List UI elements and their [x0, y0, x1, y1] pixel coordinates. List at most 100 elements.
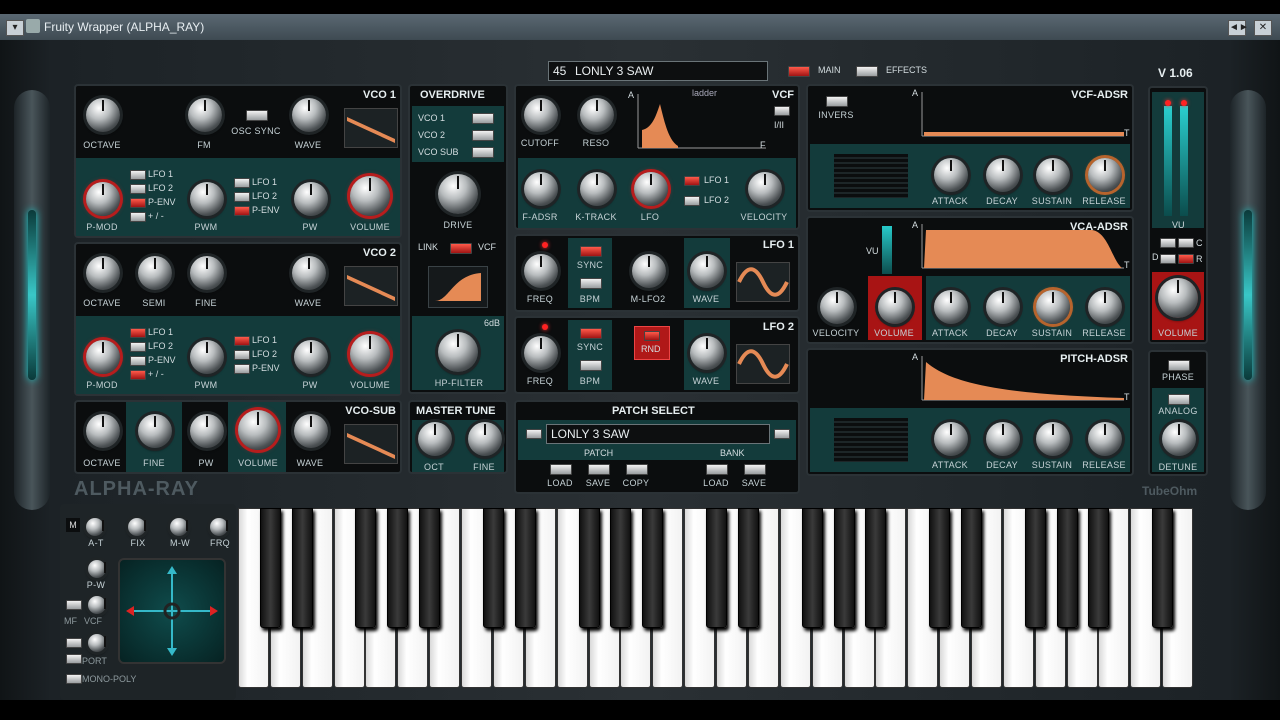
vcaadsr-release-knob[interactable] — [1088, 290, 1122, 324]
vco2-semi-knob[interactable] — [138, 256, 172, 290]
lfo2-bpm-switch[interactable] — [580, 360, 602, 371]
black-key[interactable] — [801, 508, 823, 628]
lfo1-freq-knob[interactable] — [524, 254, 558, 288]
black-key[interactable] — [961, 508, 982, 628]
lfo1-mlfo2-knob[interactable] — [632, 254, 666, 288]
lfo1-sync-switch[interactable] — [580, 246, 602, 257]
od-hpfilter-knob[interactable] — [438, 332, 478, 372]
black-key[interactable] — [833, 508, 855, 628]
pitchadsr-sustain-knob[interactable] — [1036, 422, 1070, 456]
vco1-wave-knob[interactable] — [292, 98, 326, 132]
black-key[interactable] — [706, 508, 728, 628]
vcf-mode-switch[interactable] — [774, 106, 790, 116]
black-key[interactable] — [642, 508, 664, 628]
vco2-pwm-lfo2-switch[interactable] — [234, 350, 250, 360]
lfo2-sync-switch[interactable] — [580, 328, 602, 339]
lfo1-bpm-switch[interactable] — [580, 278, 602, 289]
lfo2-wave-knob[interactable] — [690, 336, 724, 370]
detach-icon[interactable]: ◄► — [1228, 20, 1249, 36]
black-key[interactable] — [1152, 508, 1174, 628]
black-key[interactable] — [387, 508, 409, 628]
black-key[interactable] — [865, 508, 887, 628]
patch-save-button[interactable] — [588, 464, 610, 475]
vco2-pwm-knob[interactable] — [190, 340, 224, 374]
vco1-penv-switch[interactable] — [130, 198, 146, 208]
vco2-pw-knob[interactable] — [294, 340, 328, 374]
od-drive-knob[interactable] — [438, 174, 478, 214]
vco1-pwm-penv-switch[interactable] — [234, 206, 250, 216]
vcosub-octave-knob[interactable] — [86, 414, 120, 448]
vcaadsr-attack-knob[interactable] — [934, 290, 968, 324]
od-vco1-switch[interactable] — [472, 113, 494, 124]
vco2-pwm-penv-switch[interactable] — [234, 364, 250, 374]
perf-vcf-knob[interactable] — [88, 596, 106, 614]
patch-prev-button[interactable] — [526, 429, 542, 439]
vcosub-volume-knob[interactable] — [238, 410, 278, 450]
vco1-pw-knob[interactable] — [294, 182, 328, 216]
patch-name-field[interactable]: LONLY 3 SAW — [546, 424, 770, 444]
vcf-ktrack-knob[interactable] — [580, 172, 614, 206]
black-key[interactable] — [1024, 508, 1046, 628]
perf-m-button[interactable]: M — [66, 518, 80, 532]
patch-display[interactable]: 45 LONLY 3 SAW — [548, 61, 768, 81]
analog-switch[interactable] — [1168, 394, 1190, 405]
vcfadsr-invers-switch[interactable] — [826, 96, 848, 107]
master-volume-knob[interactable] — [1158, 278, 1198, 318]
black-key[interactable] — [514, 508, 536, 628]
black-key[interactable] — [1088, 508, 1110, 628]
detune-knob[interactable] — [1162, 422, 1196, 456]
master-d-switch[interactable] — [1160, 254, 1176, 264]
patch-copy-button[interactable] — [626, 464, 648, 475]
perf-pw-knob[interactable] — [88, 560, 106, 578]
vcfadsr-attack-knob[interactable] — [934, 158, 968, 192]
perf-monopoly-switch[interactable] — [66, 674, 82, 684]
vco1-osc-sync-switch[interactable] — [246, 110, 268, 121]
vcaadsr-sustain-knob[interactable] — [1036, 290, 1070, 324]
black-key[interactable] — [1056, 508, 1078, 628]
perf-port-switch-a[interactable] — [66, 638, 82, 648]
vcfadsr-decay-knob[interactable] — [986, 158, 1020, 192]
vco1-fm-knob[interactable] — [188, 98, 222, 132]
od-vcosub-switch[interactable] — [472, 147, 494, 158]
patch-load-button[interactable] — [550, 464, 572, 475]
vco2-lfo2-switch[interactable] — [130, 342, 146, 352]
lfo2-freq-knob[interactable] — [524, 336, 558, 370]
vco2-penv-switch[interactable] — [130, 356, 146, 366]
vco2-plusminus-switch[interactable] — [130, 370, 146, 380]
perf-mw-knob[interactable] — [170, 518, 188, 536]
pitchadsr-decay-knob[interactable] — [986, 422, 1020, 456]
vco2-wave-knob[interactable] — [292, 256, 326, 290]
vcaadsr-velocity-knob[interactable] — [820, 290, 854, 324]
black-key[interactable] — [610, 508, 632, 628]
vcosub-pw-knob[interactable] — [190, 414, 224, 448]
patch-next-button[interactable] — [774, 429, 790, 439]
black-key[interactable] — [482, 508, 504, 628]
bank-load-button[interactable] — [706, 464, 728, 475]
pitchadsr-attack-knob[interactable] — [934, 422, 968, 456]
vcf-reso-knob[interactable] — [580, 98, 614, 132]
perf-port-knob[interactable] — [88, 634, 106, 652]
vco2-octave-knob[interactable] — [86, 256, 120, 290]
close-icon[interactable]: ✕ — [1254, 20, 1272, 36]
vcfadsr-sustain-knob[interactable] — [1036, 158, 1070, 192]
mt-fine-knob[interactable] — [468, 422, 502, 456]
perf-port-switch-b[interactable] — [66, 654, 82, 664]
phase-switch[interactable] — [1168, 360, 1190, 371]
vcf-velocity-knob[interactable] — [748, 172, 782, 206]
vco1-plusminus-switch[interactable] — [130, 212, 146, 222]
black-key[interactable] — [737, 508, 759, 628]
black-key[interactable] — [259, 508, 281, 628]
vco1-pmod-knob[interactable] — [86, 182, 120, 216]
piano-keyboard[interactable] — [238, 508, 1194, 690]
perf-at-knob[interactable] — [86, 518, 104, 536]
vco2-volume-knob[interactable] — [350, 334, 390, 374]
black-key[interactable] — [291, 508, 313, 628]
xy-pad[interactable] — [118, 558, 226, 664]
black-key[interactable] — [419, 508, 441, 628]
vcf-lfo1-switch[interactable] — [684, 176, 700, 186]
mt-oct-knob[interactable] — [418, 422, 452, 456]
vcf-fadsr-knob[interactable] — [524, 172, 558, 206]
vcosub-fine-knob[interactable] — [138, 414, 172, 448]
window-menu-icon[interactable]: ▾ — [6, 20, 24, 36]
vcfadsr-release-knob[interactable] — [1088, 158, 1122, 192]
